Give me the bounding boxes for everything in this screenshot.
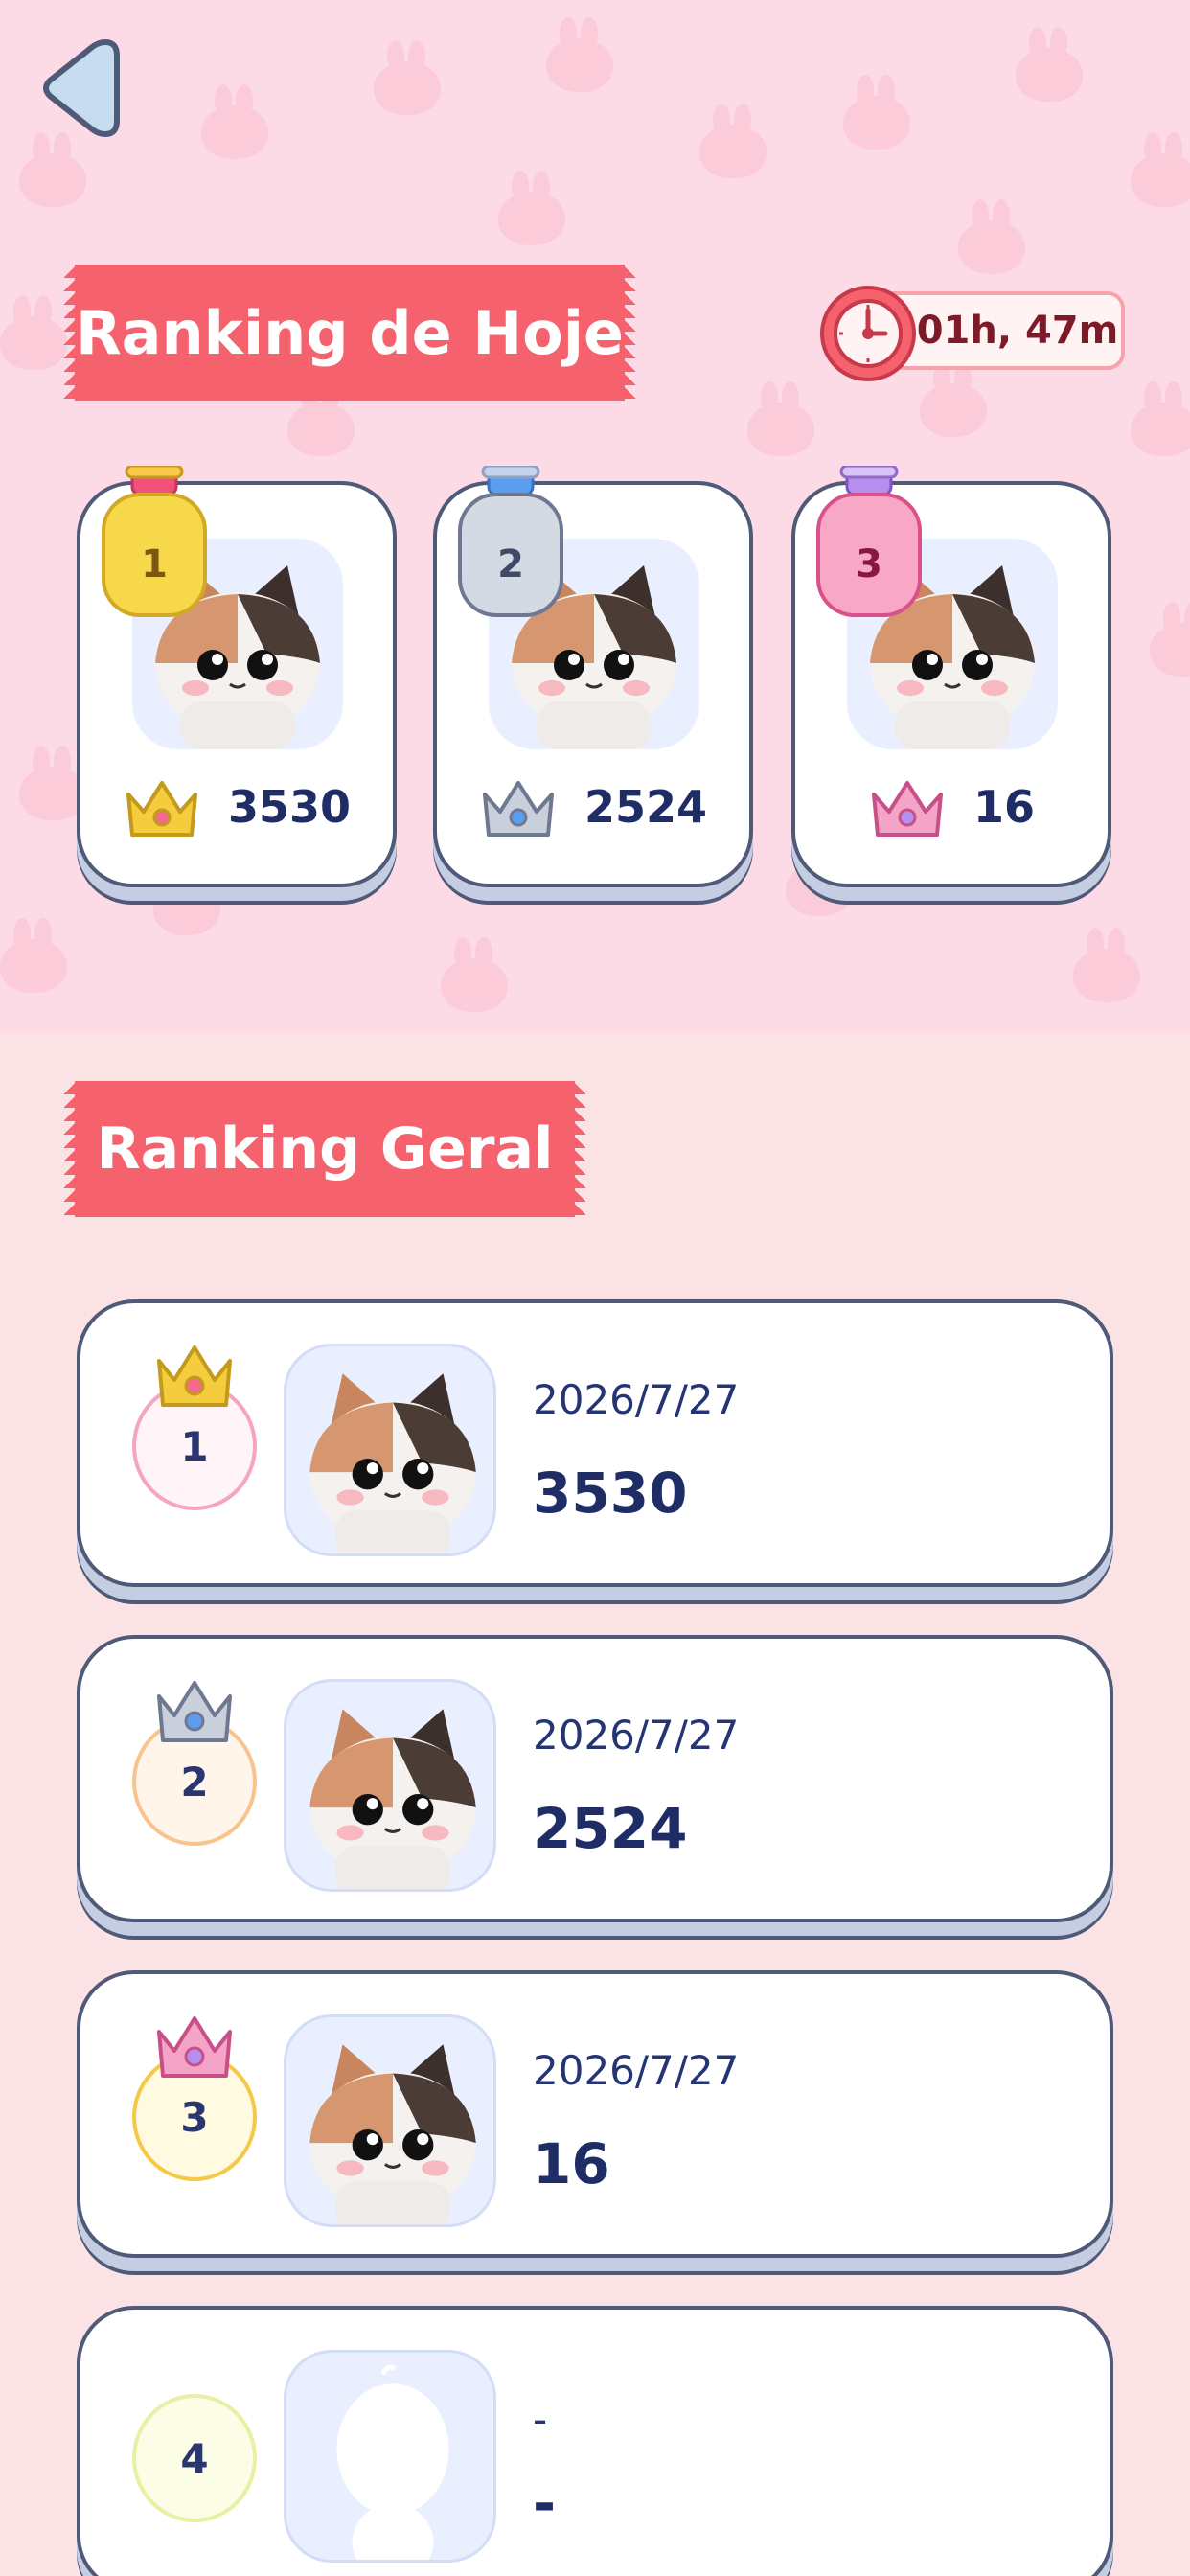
score-row: 16: [795, 769, 1108, 845]
ranking-row-1[interactable]: 1 2026/7/27 3530: [77, 1300, 1113, 1587]
podium-score: 16: [973, 781, 1035, 833]
calico-cat-avatar: [284, 1344, 496, 1556]
podium-score: 2524: [584, 781, 708, 833]
row-date: 2026/7/27: [533, 2047, 740, 2094]
rank-number: 2: [497, 542, 524, 586]
podium-card-3[interactable]: 3 16: [791, 464, 1111, 887]
general-ranking-title: Ranking Geral: [75, 1081, 586, 1217]
rank-badge: 4: [132, 2394, 257, 2522]
crown-icon: [126, 781, 197, 837]
ranking-row-4[interactable]: 4 - -: [77, 2306, 1113, 2576]
podium-card-1[interactable]: 1 3530: [77, 464, 397, 887]
podium-score: 3530: [227, 781, 352, 833]
crown-icon: [157, 1346, 232, 1407]
score-row: 2524: [437, 769, 749, 845]
empty-avatar-silhouette: [284, 2350, 496, 2563]
ranking-row-3[interactable]: 3 2026/7/27 16: [77, 1970, 1113, 2258]
rank-medal-2: 2: [452, 464, 569, 623]
crown-icon: [871, 781, 943, 837]
calico-cat-avatar: [284, 1679, 496, 1892]
timer-text: 01h, 47m: [916, 309, 1119, 353]
row-date: -: [533, 2396, 548, 2443]
row-score: -: [533, 2471, 557, 2536]
row-score: 2524: [533, 1796, 688, 1861]
crown-icon: [157, 1681, 232, 1742]
rank-number: 3: [856, 542, 882, 586]
crown-icon: [482, 781, 554, 837]
rank-number: 1: [141, 542, 168, 586]
row-date: 2026/7/27: [533, 1712, 740, 1759]
countdown-timer: 01h, 47m: [818, 284, 1125, 381]
rank-medal-3: 3: [811, 464, 927, 623]
ranking-row-2[interactable]: 2 2026/7/27 2524: [77, 1635, 1113, 1922]
row-score: 3530: [533, 1460, 688, 1526]
back-button[interactable]: [38, 36, 121, 140]
today-ranking-title: Ranking de Hoje: [75, 264, 636, 401]
rank-medal-1: 1: [96, 464, 213, 623]
calico-cat-avatar: [284, 2014, 496, 2227]
today-section: Ranking de Hoje 01h, 47m 1 3530 2 2524 3…: [0, 0, 1190, 1031]
score-row: 3530: [80, 769, 393, 845]
clock-icon: [820, 286, 916, 381]
row-score: 16: [533, 2131, 610, 2196]
row-date: 2026/7/27: [533, 1376, 740, 1423]
podium-card-2[interactable]: 2 2524: [433, 464, 753, 887]
crown-icon: [157, 2016, 232, 2078]
back-arrow-icon: [43, 38, 120, 138]
